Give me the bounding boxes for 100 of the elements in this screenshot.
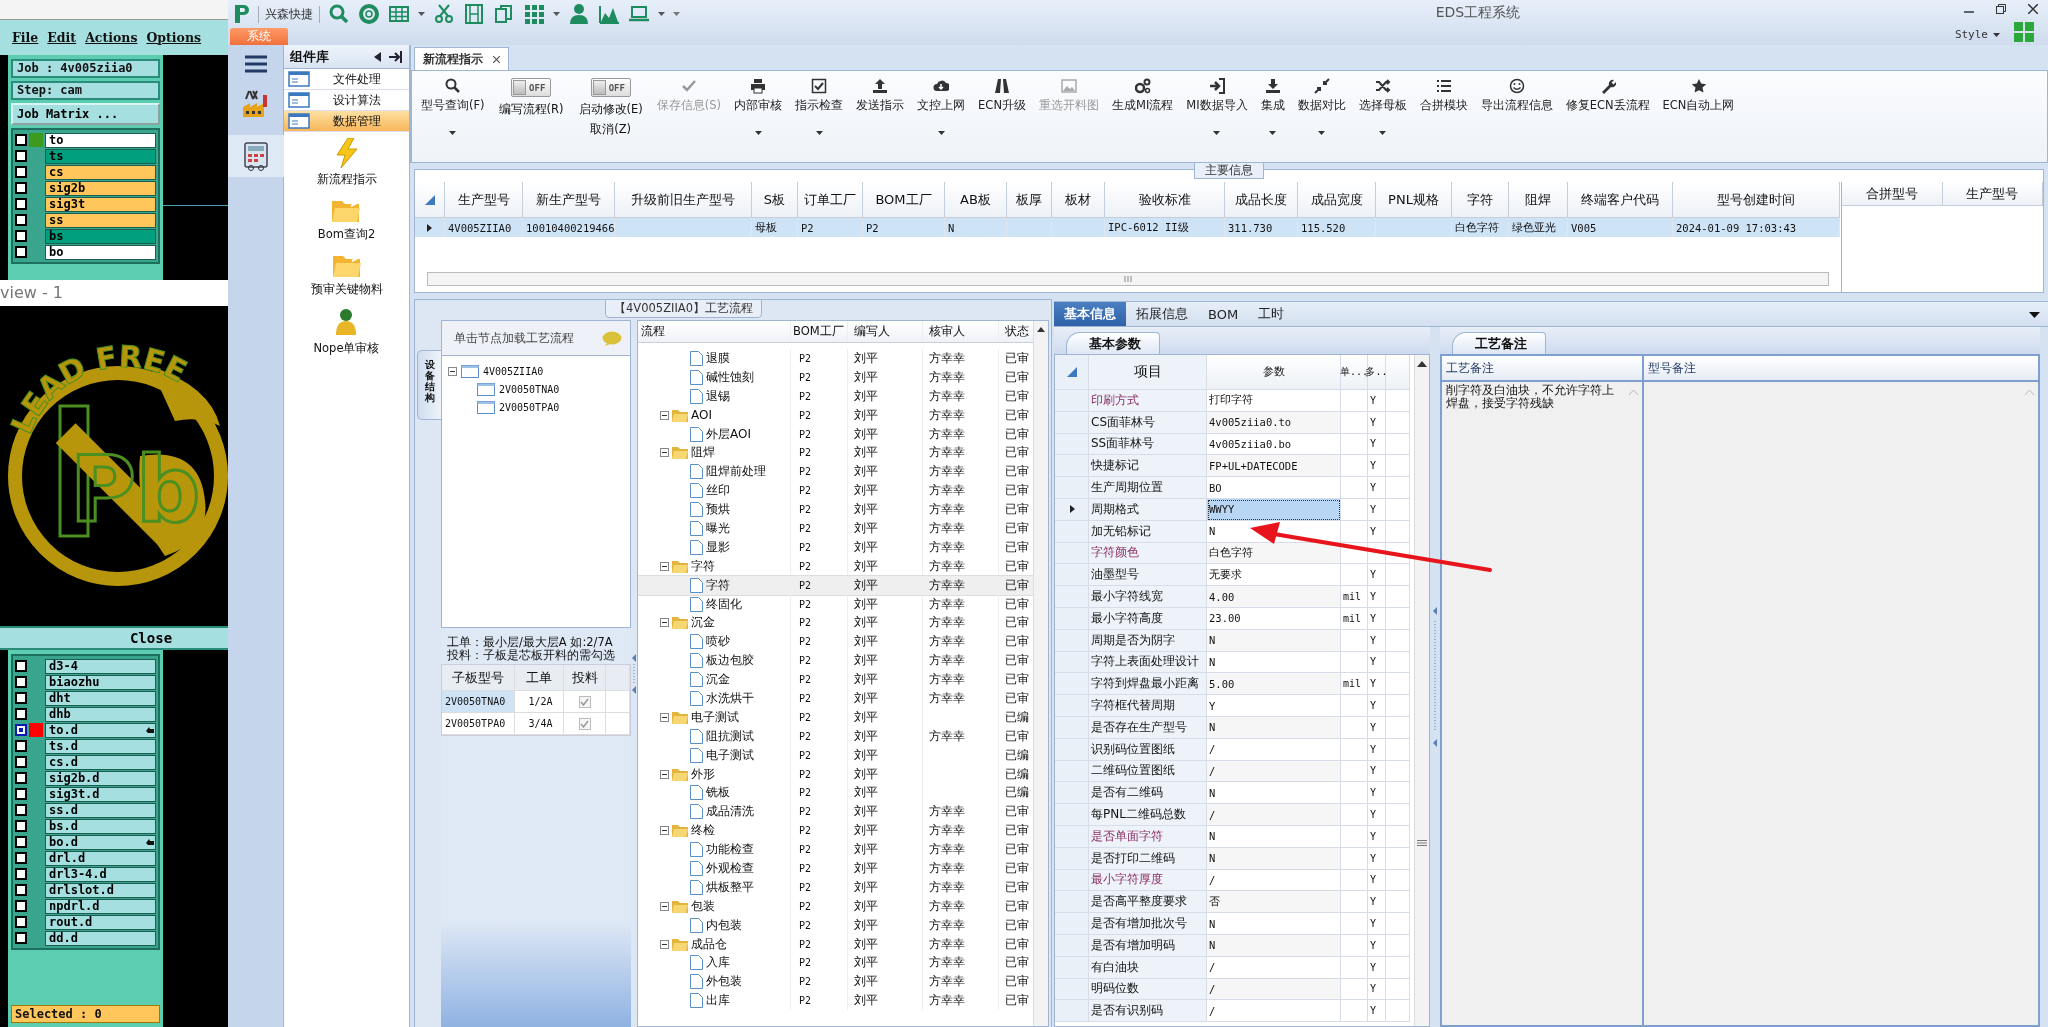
layer-name[interactable]: ts.d <box>45 738 156 754</box>
copy-icon[interactable] <box>493 3 515 25</box>
pin-icon[interactable] <box>389 50 403 63</box>
module-label[interactable]: 预审关键物料 <box>310 282 383 297</box>
tree-node[interactable]: 阻焊 <box>691 444 715 462</box>
side-tab[interactable]: 设备结构 <box>417 350 441 420</box>
table-cell[interactable]: 打印字符 <box>1207 390 1341 412</box>
tab[interactable]: BOM <box>1198 302 1249 326</box>
tab[interactable]: 拓展信息 <box>1126 302 1198 326</box>
toolbar-button[interactable]: 数据对比 <box>1294 78 1349 135</box>
table-cell[interactable]: / <box>1207 978 1341 1001</box>
layer-checkbox[interactable] <box>15 246 27 258</box>
document-tab[interactable]: 新流程指示 <box>414 47 509 70</box>
collapse-icon[interactable] <box>660 901 669 911</box>
menu-icon[interactable] <box>244 55 267 73</box>
collapse-icon[interactable] <box>660 826 669 836</box>
tree-node[interactable]: 碱性蚀刻 <box>706 368 754 386</box>
layer-checkbox[interactable] <box>15 134 27 146</box>
table-cell[interactable]: N <box>1207 825 1341 848</box>
tree-node[interactable]: 终检 <box>691 822 715 840</box>
dropdown-icon[interactable] <box>2029 312 2040 318</box>
column-header[interactable]: 型号创建时间 <box>1673 182 1840 218</box>
layer-checkbox[interactable] <box>15 772 27 784</box>
tree-node[interactable]: 退膜 <box>706 349 730 367</box>
tree-node[interactable]: 电子测试 <box>706 746 754 764</box>
column-header[interactable]: 订单工厂 <box>798 182 863 218</box>
layer-name[interactable]: dd.d <box>45 930 156 946</box>
tree-node[interactable]: 曝光 <box>706 519 730 537</box>
tree-node[interactable]: 2V0050TNA0 <box>499 383 560 395</box>
layer-name[interactable]: ss <box>45 212 156 228</box>
column-header[interactable]: BOM工厂 <box>863 182 945 218</box>
table-icon[interactable] <box>388 3 410 25</box>
tree-node[interactable]: AOI <box>691 408 712 423</box>
column-header[interactable]: 终端客户代码 <box>1568 182 1673 218</box>
tree-node[interactable]: 退锡 <box>706 387 730 405</box>
tree-node[interactable]: 预烘 <box>706 501 730 519</box>
layer-checkbox[interactable] <box>15 230 27 242</box>
tree-node[interactable]: 成品仓 <box>691 935 727 953</box>
toolbar-button[interactable]: ECN自动上网 <box>1659 78 1738 113</box>
layer-name[interactable]: dhb <box>45 706 156 722</box>
table-cell[interactable]: 否 <box>1207 891 1341 914</box>
table-cell[interactable]: N <box>1207 847 1341 870</box>
tree-node[interactable]: 水洗烘干 <box>706 689 754 707</box>
layer-checkbox[interactable] <box>15 150 27 162</box>
tree-node[interactable]: 显影 <box>706 538 730 556</box>
tree-node[interactable]: 沉金 <box>706 671 730 689</box>
table-cell[interactable]: Y <box>1207 695 1341 717</box>
table-cell[interactable]: / <box>1207 738 1341 761</box>
row-header[interactable] <box>1055 499 1089 521</box>
tree-node[interactable]: 外形 <box>691 765 715 783</box>
collapse-icon[interactable] <box>660 448 669 458</box>
nav-item[interactable] <box>227 135 284 177</box>
person-icon[interactable] <box>568 3 590 25</box>
module-label[interactable]: Nope单审核 <box>313 341 380 356</box>
tree-node[interactable]: 包装 <box>691 897 715 915</box>
table-cell[interactable]: WWYY <box>1207 499 1341 521</box>
table-cell[interactable]: 5.00 <box>1207 673 1341 696</box>
tree-node[interactable]: 出库 <box>706 992 730 1010</box>
tab[interactable]: 基本参数 <box>1066 332 1160 354</box>
column-header[interactable]: BOM工厂 <box>791 321 848 342</box>
table-cell[interactable]: BO <box>1207 477 1341 499</box>
tree-node[interactable]: 2V0050TPA0 <box>499 401 560 413</box>
toolbar-button[interactable]: MI数据导入 <box>1183 78 1251 135</box>
category-item[interactable]: 数据管理 <box>284 111 409 132</box>
column-header[interactable]: 生产型号 <box>1942 182 2043 206</box>
tab[interactable]: 工艺备注 <box>1452 332 1546 354</box>
tree-node[interactable]: 沉金 <box>691 614 715 632</box>
column-header[interactable]: 投料 <box>564 665 606 691</box>
close-icon[interactable] <box>493 55 500 63</box>
layer-checkbox[interactable] <box>15 740 27 752</box>
layer-name[interactable]: drlslot.d <box>45 882 156 898</box>
tab[interactable]: 工时 <box>1248 302 1295 326</box>
table-cell[interactable]: / <box>1207 804 1341 826</box>
layer-checkbox[interactable] <box>15 868 27 880</box>
scrollbar[interactable] <box>1414 355 1429 1026</box>
layer-name[interactable]: cs <box>45 164 156 180</box>
checkbox[interactable] <box>578 695 591 708</box>
table-cell[interactable]: 4v005ziia0.to <box>1207 411 1341 434</box>
column-header[interactable]: 阻焊 <box>1509 182 1568 218</box>
toggle-switch[interactable]: OFF <box>590 78 631 97</box>
grid-icon[interactable] <box>523 3 545 25</box>
layer-checkbox[interactable] <box>15 214 27 226</box>
tree-node[interactable]: 字符 <box>706 576 730 594</box>
layer-checkbox[interactable] <box>15 756 27 768</box>
table-cell[interactable]: / <box>1207 760 1341 783</box>
layer-name[interactable]: bo <box>45 244 156 260</box>
layer-checkbox[interactable] <box>15 836 27 848</box>
tree-node[interactable]: 字符 <box>691 557 715 575</box>
row-header[interactable] <box>415 218 445 237</box>
area-chart-icon[interactable] <box>598 3 620 25</box>
layer-name[interactable]: sig2b <box>45 180 156 196</box>
collapse-icon[interactable] <box>660 561 669 571</box>
splitter-icon[interactable] <box>1433 607 1437 747</box>
column-header[interactable]: 成品长度 <box>1225 182 1298 218</box>
layer-checkbox[interactable] <box>15 198 27 210</box>
layer-name[interactable]: rout.d <box>45 914 156 930</box>
toolbar-button[interactable]: ECN升级 <box>975 78 1029 113</box>
menu-item[interactable]: Edit <box>47 30 77 45</box>
column-header[interactable]: 编写人 <box>848 321 923 342</box>
layer-checkbox[interactable] <box>15 916 27 928</box>
